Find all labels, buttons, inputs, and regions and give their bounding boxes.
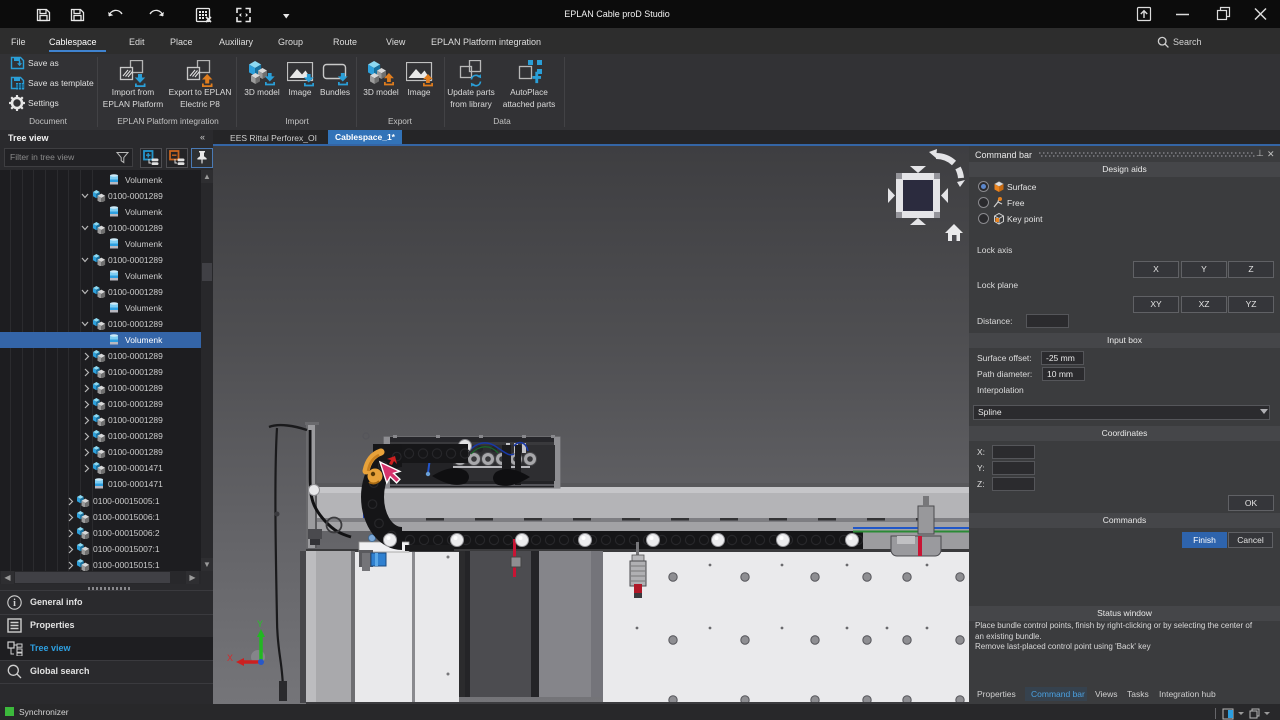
svg-text:i: i: [13, 598, 16, 609]
svg-text:X: X: [227, 653, 233, 663]
svg-text:Y: Y: [257, 619, 263, 629]
